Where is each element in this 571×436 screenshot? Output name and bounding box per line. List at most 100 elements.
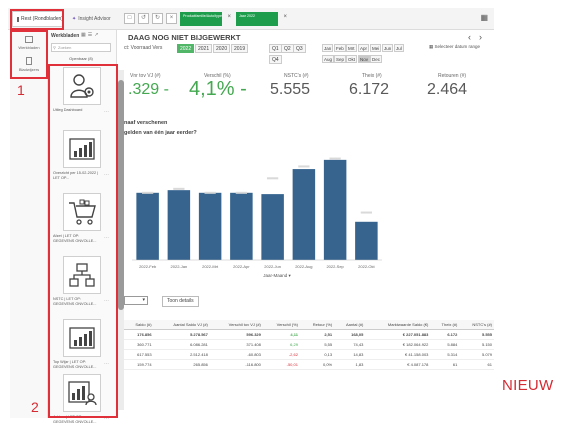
app-window: Rest (Rondbladen) ✦ Insight Advisor □ ↺ … <box>0 0 571 424</box>
chart-bar[interactable] <box>198 192 222 260</box>
kpi-value: 6.172 <box>349 81 390 98</box>
month-filter[interactable]: Mei <box>370 44 382 52</box>
selection-chip[interactable]: Productfamilie/Auto/type × <box>180 12 231 26</box>
reference-marker <box>329 157 341 160</box>
public-sheets-header: Openbaar (8) <box>69 56 93 61</box>
next-sheet-icon[interactable]: › <box>479 32 490 42</box>
product-filter-label: ct: Voorraad Vers <box>124 45 163 51</box>
grid-view-icon[interactable]: ▦ <box>81 32 88 38</box>
table-cell: 5.150 <box>459 339 494 350</box>
year-filter-2019[interactable]: 2019 <box>231 44 249 53</box>
bar-chart[interactable]: 2022-Feb 2022-Jan 2022-Mrt 2022-Apr 2022-Jun… <box>124 142 494 287</box>
column-header[interactable]: Theix (#) <box>430 320 460 330</box>
back-selection-icon[interactable]: ↺ <box>138 13 149 24</box>
column-header[interactable]: Saldo (#) <box>124 320 154 330</box>
table-row[interactable]: 360.771 6.086.281 371.408 6,29 5,55 74,4… <box>124 339 494 350</box>
chart-bar[interactable] <box>230 192 253 260</box>
chart-bar[interactable] <box>261 194 284 260</box>
column-header[interactable]: NSTC's (#) <box>459 320 494 330</box>
quarter-filter-q2[interactable]: Q2 <box>281 44 294 53</box>
kpi-label: Vnr tov VJ (#) <box>130 73 161 79</box>
column-header[interactable]: Aantal Saldo VJ (#) <box>153 320 210 330</box>
table-row[interactable]: 159.774 265.856 -116.800 -50,01 0,0% 1,8… <box>124 359 494 370</box>
data-table: Saldo (#) Aantal Saldo VJ (#) Verschil t… <box>124 320 494 370</box>
month-filter[interactable]: Jul <box>394 44 404 52</box>
table-cell: 5.079 <box>459 349 494 360</box>
table-cell: 5.278.567 <box>153 329 210 340</box>
month-filter[interactable]: Feb <box>334 44 346 52</box>
month-filter[interactable]: Jan <box>322 44 334 52</box>
column-header[interactable]: Marktwaarde Saldo (€) <box>365 320 431 330</box>
kpi-value: .329 - <box>128 81 169 98</box>
x-tick-label: 2022-Feb <box>139 264 157 269</box>
table-cell: 6.172 <box>430 329 460 340</box>
year-filter-2021[interactable]: 2021 <box>195 44 213 53</box>
selections-tool-icon[interactable]: □ <box>124 13 135 24</box>
month-filter[interactable]: Mrt <box>346 44 357 52</box>
reference-marker <box>360 211 372 214</box>
chart-bar[interactable] <box>167 190 191 260</box>
quarter-filter-q4[interactable]: Q4 <box>269 55 282 64</box>
column-header[interactable]: Verschil tov VJ (#) <box>209 320 263 330</box>
reference-marker <box>173 187 185 190</box>
x-axis-label[interactable]: Jaar-Maand ▾ <box>263 273 291 278</box>
chart-bar[interactable] <box>292 169 316 260</box>
search-icon: ⚲ <box>53 45 56 50</box>
month-filter[interactable]: Jun <box>382 44 394 52</box>
close-icon[interactable]: × <box>283 14 287 20</box>
x-tick-label: 2022-Aug <box>295 264 312 269</box>
sheet-canvas: DAAG NOG NIET BIJGEWERKT ‹› ct: Voorraad… <box>124 30 494 418</box>
chevron-down-icon: ▾ <box>142 297 145 303</box>
reference-marker <box>142 191 154 194</box>
table-cell: 596.329 <box>209 329 263 340</box>
month-filter[interactable]: Nov <box>358 55 371 63</box>
date-range-picker[interactable]: ▦ Selecteer datum range <box>429 44 491 50</box>
table-cell: 74,43 <box>334 339 366 350</box>
selection-chip[interactable]: Jaar 2022 × <box>236 12 287 26</box>
kpi-label: NSTC's (#) <box>284 73 309 79</box>
year-filter-2020[interactable]: 2020 <box>213 44 231 53</box>
column-header[interactable]: Retour (%) <box>299 320 335 330</box>
show-details-button[interactable]: Toon details <box>162 296 199 307</box>
close-icon[interactable]: × <box>227 14 231 20</box>
highlight-box-sheets <box>48 64 118 418</box>
quarter-filter-q1[interactable]: Q1 <box>269 44 282 53</box>
table-row[interactable]: 617.553 2.512.418 -60.803 -2,62 0,13 14,… <box>124 349 494 360</box>
selection-chip-label: Jaar 2022 <box>239 14 255 18</box>
table-cell: € 182.064.922 <box>365 339 431 350</box>
x-tick-label: 2022-Apr <box>233 264 250 269</box>
month-filter[interactable]: Okt <box>346 55 358 63</box>
chart-bar[interactable] <box>136 192 159 260</box>
chart-section-subtitle: gelden van één jaar eerder? <box>124 130 197 136</box>
sheet-search-input[interactable]: ⚲ Zoeken <box>51 43 111 52</box>
table-cell: 1,83 <box>334 359 366 370</box>
bookmark-toolbar-icon[interactable]: ▦ <box>480 13 488 22</box>
column-header[interactable]: Aantal (#) <box>334 320 366 330</box>
month-filter[interactable]: Aug <box>322 55 335 63</box>
year-filter-2022[interactable]: 2022 <box>177 44 195 53</box>
selection-chip-label: Productfamilie/Auto/type <box>183 14 222 18</box>
chart-bar[interactable] <box>323 159 347 260</box>
table-cell: -60.803 <box>209 349 263 360</box>
dimension-dropdown[interactable]: ▾ <box>124 296 148 305</box>
clear-selections-icon[interactable]: × <box>166 13 177 24</box>
month-filter[interactable]: Dec <box>370 55 383 63</box>
column-header[interactable]: Verschil (%) <box>262 320 300 330</box>
table-cell: 5,55 <box>299 339 335 350</box>
table-total-row: 176.856 5.278.567 596.329 4,11 2,51 168,… <box>124 329 494 340</box>
table-cell: 61 <box>430 359 460 370</box>
quarter-filter-q3[interactable]: Q3 <box>293 44 306 53</box>
kpi-label: Theix (#) <box>362 73 382 79</box>
chart-bar[interactable] <box>355 221 378 260</box>
forward-selection-icon[interactable]: ↻ <box>152 13 163 24</box>
insight-advisor-label: Insight Advisor <box>78 16 111 22</box>
previous-sheet-icon[interactable]: ‹ <box>468 32 479 42</box>
insight-advisor-button[interactable]: ✦ Insight Advisor <box>68 11 118 27</box>
table-cell: 5.884 <box>430 339 460 350</box>
month-filter[interactable]: Sep <box>334 55 347 63</box>
month-filter[interactable]: Apr <box>358 44 370 52</box>
collapse-icon[interactable]: ↗ <box>94 32 100 38</box>
table-cell: 0,13 <box>299 349 335 360</box>
table-cell: 168,05 <box>334 329 366 340</box>
kpi-value: 2.464 <box>427 81 468 98</box>
